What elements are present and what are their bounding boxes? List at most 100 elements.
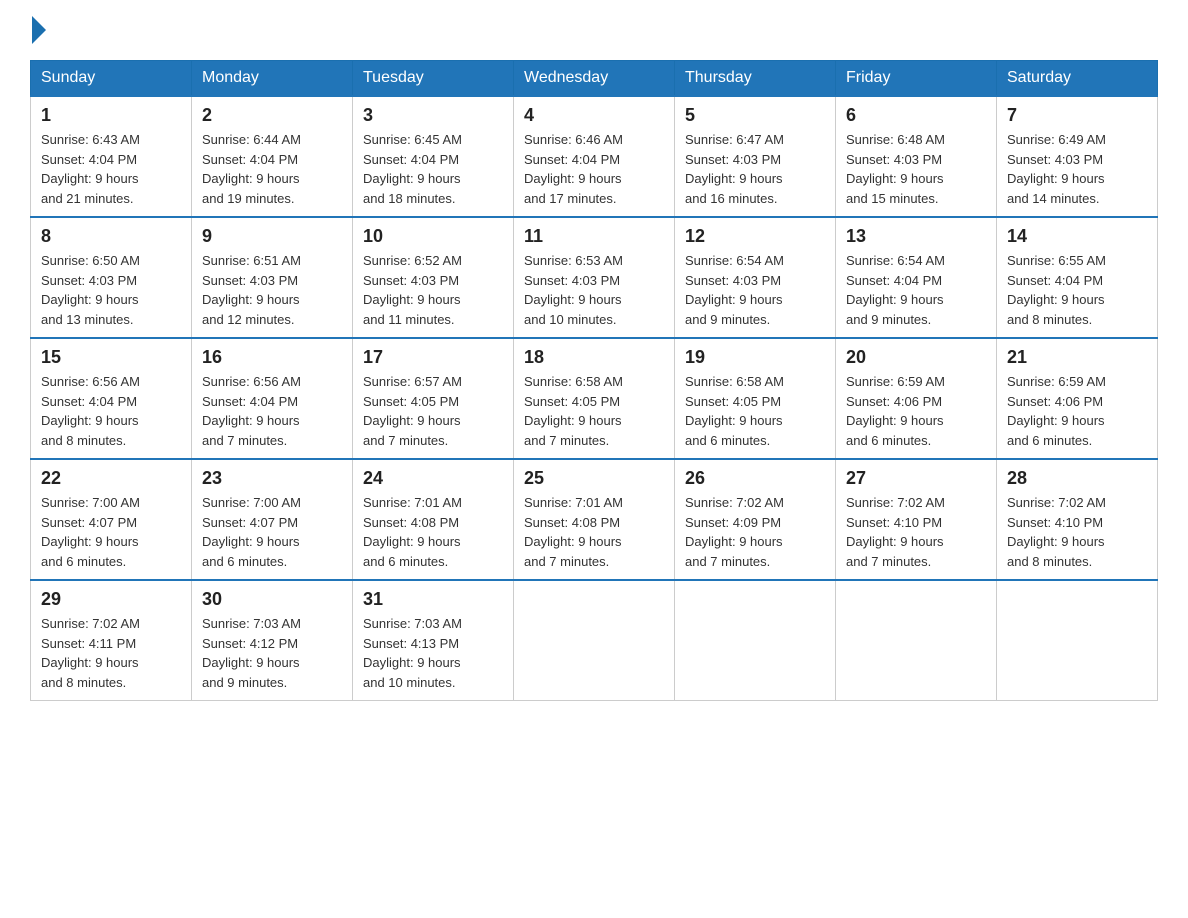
calendar-cell: 30 Sunrise: 7:03 AMSunset: 4:12 PMDayligh… — [192, 580, 353, 701]
day-info: Sunrise: 6:54 AMSunset: 4:03 PMDaylight:… — [685, 251, 825, 329]
day-info: Sunrise: 6:59 AMSunset: 4:06 PMDaylight:… — [1007, 372, 1147, 450]
day-info: Sunrise: 7:01 AMSunset: 4:08 PMDaylight:… — [363, 493, 503, 571]
calendar-cell: 8 Sunrise: 6:50 AMSunset: 4:03 PMDaylight… — [31, 217, 192, 338]
day-number: 31 — [363, 589, 503, 610]
day-number: 29 — [41, 589, 181, 610]
day-number: 24 — [363, 468, 503, 489]
calendar-cell: 23 Sunrise: 7:00 AMSunset: 4:07 PMDayligh… — [192, 459, 353, 580]
day-number: 19 — [685, 347, 825, 368]
calendar-cell: 9Sunrise: 6:51 AMSunset: 4:03 PMDaylight… — [192, 217, 353, 338]
calendar-cell: 16 Sunrise: 6:56 AMSunset: 4:04 PMDayligh… — [192, 338, 353, 459]
day-info: Sunrise: 6:48 AMSunset: 4:03 PMDaylight:… — [846, 130, 986, 208]
day-number: 16 — [202, 347, 342, 368]
day-info: Sunrise: 7:02 AMSunset: 4:11 PMDaylight:… — [41, 614, 181, 692]
day-number: 3 — [363, 105, 503, 126]
day-info: Sunrise: 7:00 AMSunset: 4:07 PMDaylight:… — [202, 493, 342, 571]
day-number: 27 — [846, 468, 986, 489]
calendar-cell: 26 Sunrise: 7:02 AMSunset: 4:09 PMDayligh… — [675, 459, 836, 580]
calendar-cell: 6 Sunrise: 6:48 AMSunset: 4:03 PMDaylight… — [836, 96, 997, 217]
calendar-cell — [514, 580, 675, 701]
header-sunday: Sunday — [31, 61, 192, 97]
calendar-cell: 1 Sunrise: 6:43 AMSunset: 4:04 PMDaylight… — [31, 96, 192, 217]
calendar-cell: 21 Sunrise: 6:59 AMSunset: 4:06 PMDayligh… — [997, 338, 1158, 459]
logo — [30, 20, 46, 40]
header-thursday: Thursday — [675, 61, 836, 97]
header-monday: Monday — [192, 61, 353, 97]
day-number: 4 — [524, 105, 664, 126]
day-number: 10 — [363, 226, 503, 247]
day-number: 18 — [524, 347, 664, 368]
calendar-cell: 3 Sunrise: 6:45 AMSunset: 4:04 PMDaylight… — [353, 96, 514, 217]
calendar-cell — [997, 580, 1158, 701]
day-info: Sunrise: 7:01 AMSunset: 4:08 PMDaylight:… — [524, 493, 664, 571]
calendar-cell: 29 Sunrise: 7:02 AMSunset: 4:11 PMDayligh… — [31, 580, 192, 701]
day-number: 1 — [41, 105, 181, 126]
calendar-cell: 17 Sunrise: 6:57 AMSunset: 4:05 PMDayligh… — [353, 338, 514, 459]
day-info: Sunrise: 6:50 AMSunset: 4:03 PMDaylight:… — [41, 251, 181, 329]
header-friday: Friday — [836, 61, 997, 97]
day-number: 28 — [1007, 468, 1147, 489]
day-info: Sunrise: 7:02 AMSunset: 4:09 PMDaylight:… — [685, 493, 825, 571]
day-info: Sunrise: 6:56 AMSunset: 4:04 PMDaylight:… — [202, 372, 342, 450]
header-tuesday: Tuesday — [353, 61, 514, 97]
day-info: Sunrise: 7:00 AMSunset: 4:07 PMDaylight:… — [41, 493, 181, 571]
day-number: 17 — [363, 347, 503, 368]
day-number: 12 — [685, 226, 825, 247]
header-wednesday: Wednesday — [514, 61, 675, 97]
calendar-week-row: 22Sunrise: 7:00 AMSunset: 4:07 PMDayligh… — [31, 459, 1158, 580]
day-number: 20 — [846, 347, 986, 368]
header-saturday: Saturday — [997, 61, 1158, 97]
calendar-cell: 10 Sunrise: 6:52 AMSunset: 4:03 PMDayligh… — [353, 217, 514, 338]
day-number: 30 — [202, 589, 342, 610]
day-number: 5 — [685, 105, 825, 126]
day-info: Sunrise: 6:47 AMSunset: 4:03 PMDaylight:… — [685, 130, 825, 208]
calendar-week-row: 8 Sunrise: 6:50 AMSunset: 4:03 PMDaylight… — [31, 217, 1158, 338]
day-info: Sunrise: 6:57 AMSunset: 4:05 PMDaylight:… — [363, 372, 503, 450]
calendar-cell — [836, 580, 997, 701]
day-info: Sunrise: 6:58 AMSunset: 4:05 PMDaylight:… — [524, 372, 664, 450]
calendar-cell: 12 Sunrise: 6:54 AMSunset: 4:03 PMDayligh… — [675, 217, 836, 338]
day-number: 8 — [41, 226, 181, 247]
day-number: 9 — [202, 226, 342, 247]
calendar-cell: 15 Sunrise: 6:56 AMSunset: 4:04 PMDayligh… — [31, 338, 192, 459]
calendar-cell: 11Sunrise: 6:53 AMSunset: 4:03 PMDayligh… — [514, 217, 675, 338]
day-number: 7 — [1007, 105, 1147, 126]
calendar-cell — [675, 580, 836, 701]
page-header — [30, 20, 1158, 40]
calendar-cell: 27 Sunrise: 7:02 AMSunset: 4:10 PMDayligh… — [836, 459, 997, 580]
day-info: Sunrise: 6:49 AMSunset: 4:03 PMDaylight:… — [1007, 130, 1147, 208]
calendar-cell: 31 Sunrise: 7:03 AMSunset: 4:13 PMDayligh… — [353, 580, 514, 701]
day-info: Sunrise: 6:45 AMSunset: 4:04 PMDaylight:… — [363, 130, 503, 208]
day-info: Sunrise: 7:02 AMSunset: 4:10 PMDaylight:… — [846, 493, 986, 571]
day-number: 15 — [41, 347, 181, 368]
day-info: Sunrise: 6:43 AMSunset: 4:04 PMDaylight:… — [41, 130, 181, 208]
calendar-cell: 18 Sunrise: 6:58 AMSunset: 4:05 PMDayligh… — [514, 338, 675, 459]
day-info: Sunrise: 6:52 AMSunset: 4:03 PMDaylight:… — [363, 251, 503, 329]
calendar-cell: 5 Sunrise: 6:47 AMSunset: 4:03 PMDaylight… — [675, 96, 836, 217]
day-info: Sunrise: 7:03 AMSunset: 4:12 PMDaylight:… — [202, 614, 342, 692]
day-number: 6 — [846, 105, 986, 126]
calendar-cell: 14Sunrise: 6:55 AMSunset: 4:04 PMDayligh… — [997, 217, 1158, 338]
calendar-header-row: SundayMondayTuesdayWednesdayThursdayFrid… — [31, 61, 1158, 97]
day-info: Sunrise: 6:56 AMSunset: 4:04 PMDaylight:… — [41, 372, 181, 450]
day-info: Sunrise: 7:03 AMSunset: 4:13 PMDaylight:… — [363, 614, 503, 692]
calendar-cell: 4 Sunrise: 6:46 AMSunset: 4:04 PMDaylight… — [514, 96, 675, 217]
day-info: Sunrise: 6:59 AMSunset: 4:06 PMDaylight:… — [846, 372, 986, 450]
day-number: 21 — [1007, 347, 1147, 368]
calendar-week-row: 15 Sunrise: 6:56 AMSunset: 4:04 PMDayligh… — [31, 338, 1158, 459]
calendar-week-row: 29 Sunrise: 7:02 AMSunset: 4:11 PMDayligh… — [31, 580, 1158, 701]
calendar-week-row: 1 Sunrise: 6:43 AMSunset: 4:04 PMDaylight… — [31, 96, 1158, 217]
calendar-cell: 25Sunrise: 7:01 AMSunset: 4:08 PMDayligh… — [514, 459, 675, 580]
calendar-table: SundayMondayTuesdayWednesdayThursdayFrid… — [30, 60, 1158, 701]
day-number: 23 — [202, 468, 342, 489]
day-number: 14 — [1007, 226, 1147, 247]
day-info: Sunrise: 6:46 AMSunset: 4:04 PMDaylight:… — [524, 130, 664, 208]
day-info: Sunrise: 6:44 AMSunset: 4:04 PMDaylight:… — [202, 130, 342, 208]
calendar-cell: 22Sunrise: 7:00 AMSunset: 4:07 PMDayligh… — [31, 459, 192, 580]
calendar-cell: 13Sunrise: 6:54 AMSunset: 4:04 PMDayligh… — [836, 217, 997, 338]
day-number: 26 — [685, 468, 825, 489]
calendar-cell: 7 Sunrise: 6:49 AMSunset: 4:03 PMDaylight… — [997, 96, 1158, 217]
calendar-cell: 19 Sunrise: 6:58 AMSunset: 4:05 PMDayligh… — [675, 338, 836, 459]
day-number: 13 — [846, 226, 986, 247]
day-info: Sunrise: 6:58 AMSunset: 4:05 PMDaylight:… — [685, 372, 825, 450]
